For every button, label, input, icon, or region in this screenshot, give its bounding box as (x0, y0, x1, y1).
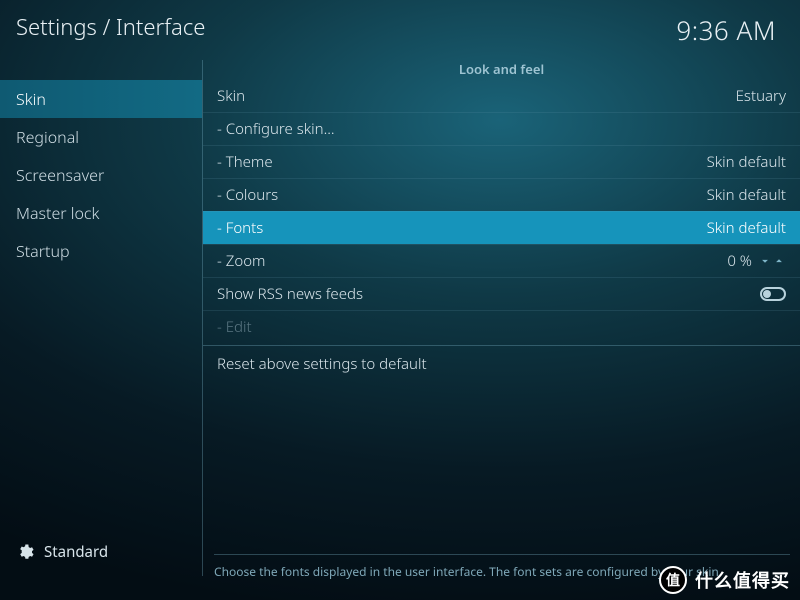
row-value: Estuary (736, 86, 786, 106)
row-rss[interactable]: Show RSS news feeds (203, 277, 800, 310)
row-label: Skin (217, 86, 245, 106)
watermark-badge: 值 (659, 566, 687, 594)
row-reset[interactable]: Reset above settings to default (203, 348, 800, 380)
row-label: - Configure skin... (217, 119, 335, 139)
sidebar-item-master-lock[interactable]: Master lock (0, 194, 202, 232)
breadcrumb: Settings / Interface (16, 12, 205, 42)
sidebar-item-label: Startup (16, 240, 70, 262)
row-zoom[interactable]: - Zoom 0 % (203, 244, 800, 277)
sidebar-item-label: Master lock (16, 202, 99, 224)
row-value-text: 0 % (727, 251, 752, 271)
section-separator (203, 345, 800, 346)
row-configure-skin[interactable]: - Configure skin... (203, 112, 800, 145)
row-colours[interactable]: - Colours Skin default (203, 178, 800, 211)
section-title: Look and feel (203, 56, 800, 80)
sidebar-item-label: Regional (16, 126, 79, 148)
settings-level-label: Standard (44, 542, 108, 562)
sidebar-item-startup[interactable]: Startup (0, 232, 202, 270)
row-label: Reset above settings to default (217, 354, 427, 374)
row-edit: - Edit (203, 310, 800, 343)
sidebar-item-label: Screensaver (16, 164, 104, 186)
header: Settings / Interface 9:36 AM (0, 0, 800, 56)
chevron-down-icon (758, 254, 772, 268)
row-label: - Colours (217, 185, 278, 205)
sidebar-item-screensaver[interactable]: Screensaver (0, 156, 202, 194)
spinner-arrows[interactable] (758, 254, 786, 268)
row-fonts[interactable]: - Fonts Skin default (203, 211, 800, 244)
content-panel: Look and feel Skin Estuary - Configure s… (203, 56, 800, 576)
row-label: - Fonts (217, 218, 263, 238)
row-value (760, 287, 786, 301)
watermark-text: 什么值得买 (695, 567, 790, 593)
row-label: Show RSS news feeds (217, 284, 363, 304)
sidebar-item-skin[interactable]: Skin (0, 80, 202, 118)
row-label: - Theme (217, 152, 273, 172)
row-value: 0 % (727, 251, 786, 271)
row-skin[interactable]: Skin Estuary (203, 80, 800, 112)
sidebar: Skin Regional Screensaver Master lock St… (0, 56, 202, 576)
main-layout: Skin Regional Screensaver Master lock St… (0, 56, 800, 576)
row-theme[interactable]: - Theme Skin default (203, 145, 800, 178)
settings-rows: Skin Estuary - Configure skin... - Theme… (203, 80, 800, 343)
watermark: 值 什么值得买 (659, 566, 790, 594)
row-value: Skin default (707, 218, 786, 238)
sidebar-item-label: Skin (16, 88, 46, 110)
gear-icon (16, 543, 34, 561)
chevron-up-icon (772, 254, 786, 268)
sidebar-items: Skin Regional Screensaver Master lock St… (0, 80, 202, 528)
settings-level-button[interactable]: Standard (0, 528, 202, 576)
row-label: - Edit (217, 317, 252, 337)
row-label: - Zoom (217, 251, 265, 271)
row-value: Skin default (707, 185, 786, 205)
row-value: Skin default (707, 152, 786, 172)
toggle-switch[interactable] (760, 287, 786, 301)
sidebar-item-regional[interactable]: Regional (0, 118, 202, 156)
clock: 9:36 AM (676, 12, 776, 48)
